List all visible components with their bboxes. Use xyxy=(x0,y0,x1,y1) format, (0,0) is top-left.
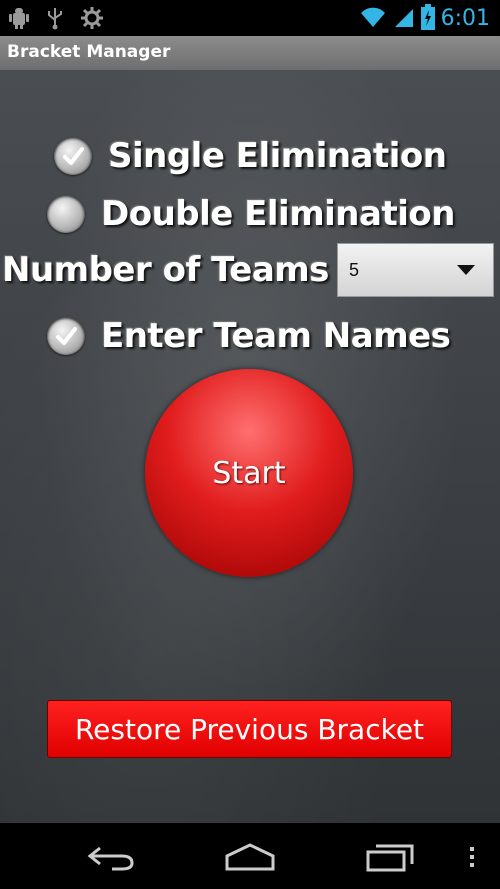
home-icon[interactable] xyxy=(224,842,276,876)
double-elimination-label: Double Elimination xyxy=(101,194,455,234)
status-bar: 6:01 xyxy=(0,0,500,36)
single-elimination-label: Single Elimination xyxy=(108,136,447,176)
checkmark-icon xyxy=(56,327,77,345)
menu-overflow-icon[interactable] xyxy=(467,845,477,873)
cell-signal-icon xyxy=(393,5,415,33)
status-clock: 6:01 xyxy=(440,6,490,31)
battery-charging-icon xyxy=(420,4,435,34)
checkmark-icon xyxy=(63,147,84,165)
double-elimination-radio[interactable] xyxy=(47,195,85,233)
number-of-teams-row: Number of Teams xyxy=(2,250,329,290)
android-debug-icon xyxy=(8,6,32,30)
settings-gear-icon xyxy=(80,6,104,30)
restore-previous-bracket-button[interactable]: Restore Previous Bracket xyxy=(47,700,452,758)
enter-team-names-option[interactable]: Enter Team Names xyxy=(47,316,451,356)
app-title: Bracket Manager xyxy=(7,42,171,62)
action-bar: Bracket Manager xyxy=(0,36,500,71)
restore-button-label: Restore Previous Bracket xyxy=(74,712,425,746)
wifi-icon xyxy=(359,5,387,33)
single-elimination-radio[interactable] xyxy=(54,137,92,175)
enter-team-names-checkbox[interactable] xyxy=(47,317,85,355)
double-elimination-option[interactable]: Double Elimination xyxy=(47,194,455,234)
start-button[interactable]: Start xyxy=(145,369,353,577)
start-button-label: Start xyxy=(212,455,286,491)
usb-icon xyxy=(44,6,68,30)
navigation-bar xyxy=(0,823,500,889)
dropdown-arrow-icon xyxy=(457,265,475,275)
number-of-teams-value: 5 xyxy=(349,260,360,280)
single-elimination-option[interactable]: Single Elimination xyxy=(54,136,447,176)
main-content: Single Elimination Double Elimination Nu… xyxy=(0,70,500,823)
back-icon[interactable] xyxy=(86,842,136,876)
number-of-teams-spinner[interactable]: 5 xyxy=(337,243,494,297)
number-of-teams-label: Number of Teams xyxy=(2,250,329,290)
enter-team-names-label: Enter Team Names xyxy=(101,316,451,356)
recent-apps-icon[interactable] xyxy=(366,842,416,876)
